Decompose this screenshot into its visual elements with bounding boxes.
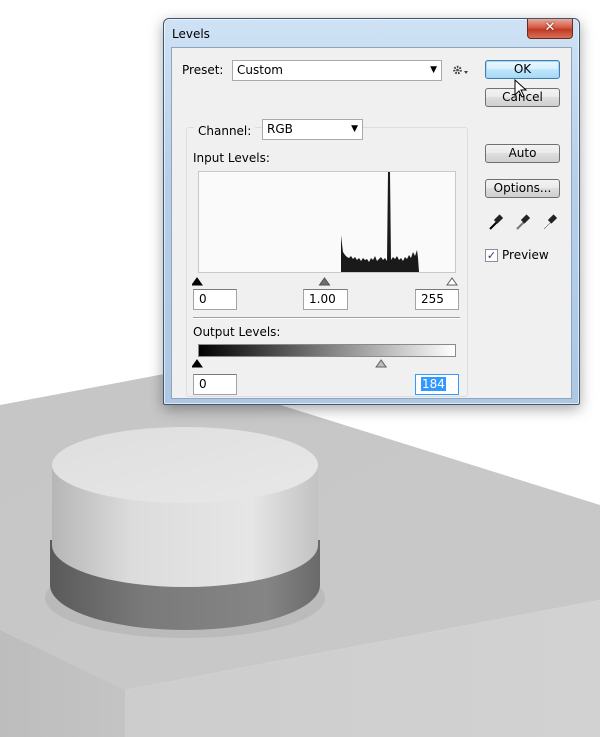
input-black-value: 0 xyxy=(199,292,207,306)
preset-value: Custom xyxy=(237,63,283,77)
input-black-field[interactable]: 0 xyxy=(193,289,237,310)
histogram xyxy=(198,171,456,273)
preview-checkbox[interactable]: ✓ xyxy=(485,249,498,262)
input-levels-label: Input Levels: xyxy=(193,151,270,165)
channel-label: Channel: xyxy=(194,124,256,138)
input-white-value: 255 xyxy=(421,292,444,306)
levels-dialog: Levels ✕ Preset: Custom ▼ Channel: RGB ▼… xyxy=(163,18,580,405)
histogram-graph xyxy=(341,172,419,272)
input-black-slider[interactable] xyxy=(192,277,203,286)
output-levels-label: Output Levels: xyxy=(193,325,281,339)
preview-label[interactable]: Preview xyxy=(502,248,549,262)
input-slider-track[interactable] xyxy=(192,274,462,286)
chevron-down-icon: ▼ xyxy=(430,65,437,75)
dialog-client-area: Preset: Custom ▼ Channel: RGB ▼ Input Le… xyxy=(171,47,572,399)
input-gamma-slider[interactable] xyxy=(318,277,331,286)
chevron-down-icon: ▼ xyxy=(351,124,358,134)
channel-select[interactable]: RGB ▼ xyxy=(262,119,363,140)
preset-label: Preset: xyxy=(182,63,224,77)
output-black-slider[interactable] xyxy=(192,359,203,368)
white-eyedropper-icon[interactable] xyxy=(542,213,558,231)
close-icon: ✕ xyxy=(544,20,556,35)
close-button[interactable]: ✕ xyxy=(527,19,573,39)
dialog-title: Levels xyxy=(172,27,210,41)
channel-value: RGB xyxy=(267,122,293,136)
separator xyxy=(193,317,460,319)
options-button[interactable]: Options... xyxy=(485,179,560,198)
input-white-slider[interactable] xyxy=(446,277,458,286)
mouse-cursor-icon xyxy=(514,79,528,98)
output-white-slider[interactable] xyxy=(375,359,388,368)
input-white-field[interactable]: 255 xyxy=(415,289,459,310)
output-white-field[interactable]: 184 xyxy=(415,374,459,395)
input-gamma-field[interactable]: 1.00 xyxy=(303,289,348,310)
gray-eyedropper-icon[interactable] xyxy=(515,213,531,231)
output-black-value: 0 xyxy=(199,377,207,391)
output-black-field[interactable]: 0 xyxy=(193,374,237,395)
input-gamma-value: 1.00 xyxy=(309,292,336,306)
output-slider-track[interactable] xyxy=(192,356,462,368)
auto-button[interactable]: Auto xyxy=(485,144,560,163)
preset-select[interactable]: Custom ▼ xyxy=(232,60,442,81)
ok-button[interactable]: OK xyxy=(485,60,560,79)
black-eyedropper-icon[interactable] xyxy=(488,213,504,231)
title-bar[interactable]: Levels ✕ xyxy=(164,19,579,47)
gear-icon[interactable] xyxy=(451,63,471,77)
output-white-value: 184 xyxy=(421,377,446,391)
